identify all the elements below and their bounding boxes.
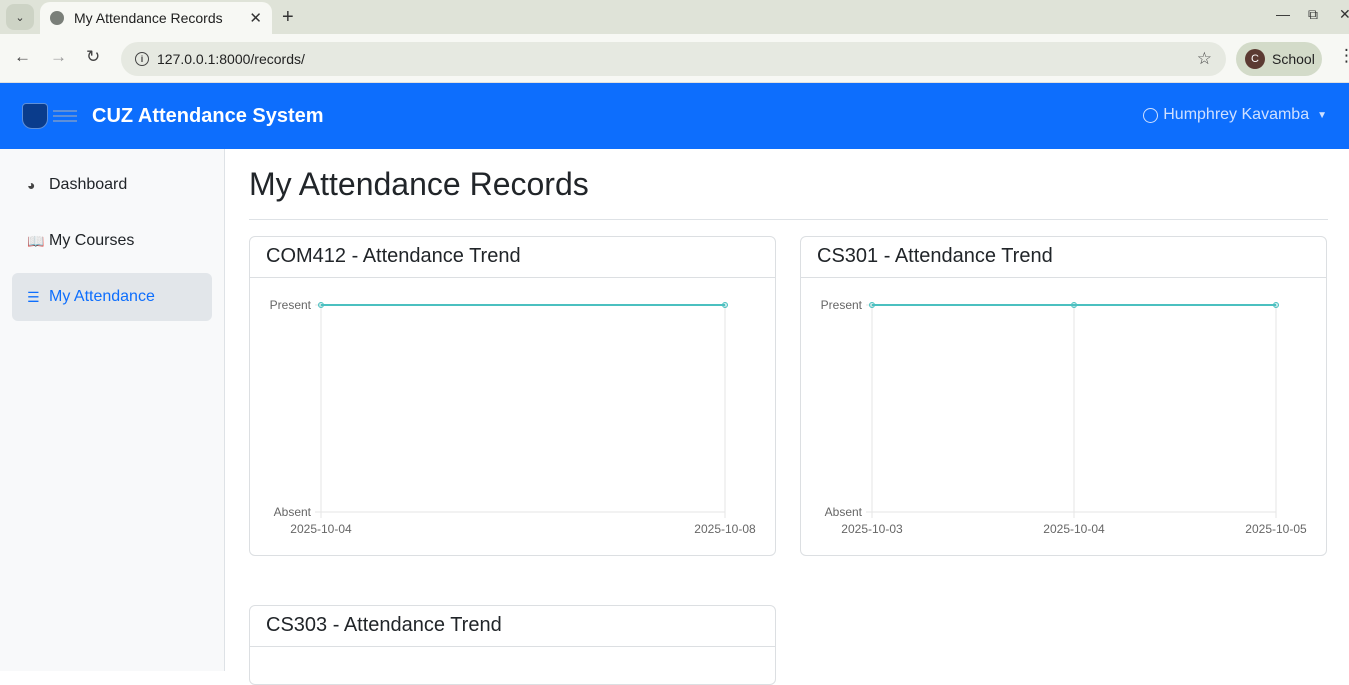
tab-search-button[interactable]: ⌄ (6, 4, 34, 30)
sidebar-item-my-courses[interactable]: 📖 My Courses (12, 217, 212, 265)
close-icon[interactable]: ✕ (249, 9, 262, 27)
y-tick-label: Present (270, 298, 312, 312)
more-menu-icon[interactable]: ⋮ (1338, 46, 1349, 66)
sidebar-item-my-attendance[interactable]: ☰ My Attendance (12, 273, 212, 321)
site-info-icon[interactable]: i (135, 52, 149, 66)
minimize-icon[interactable]: — (1276, 6, 1290, 22)
avatar: C (1245, 49, 1265, 69)
chart-card-cs303: CS303 - Attendance Trend (249, 605, 776, 685)
new-tab-button[interactable]: + (282, 6, 294, 29)
url-text[interactable]: 127.0.0.1:8000/records/ (157, 51, 1197, 67)
reload-icon[interactable]: ↻ (86, 47, 100, 67)
data-point (1071, 302, 1077, 308)
main-content: My Attendance Records (249, 149, 1328, 220)
x-tick-label: 2025-10-03 (841, 522, 903, 536)
address-bar[interactable]: i 127.0.0.1:8000/records/ ☆ (121, 42, 1226, 76)
user-circle-icon (1143, 107, 1159, 123)
x-tick-label: 2025-10-05 (1245, 522, 1307, 536)
tab-title: My Attendance Records (74, 10, 223, 26)
x-tick-label: 2025-10-04 (1043, 522, 1105, 536)
card-title: CS301 - Attendance Trend (801, 237, 1326, 278)
browser-tab[interactable]: My Attendance Records ✕ (40, 2, 272, 34)
profile-button[interactable]: C School (1236, 42, 1322, 76)
globe-icon (50, 11, 64, 25)
y-tick-label: Absent (825, 505, 863, 519)
x-tick-label: 2025-10-08 (694, 522, 756, 536)
brand-title[interactable]: CUZ Attendance System (92, 105, 324, 128)
sidebar-item-label: Dashboard (49, 176, 128, 193)
profile-name: School (1272, 51, 1315, 67)
sidebar: ◕ Dashboard 📖 My Courses ☰ My Attendance (0, 149, 225, 671)
bookmark-star-icon[interactable]: ☆ (1197, 49, 1212, 69)
browser-tab-strip: ⌄ My Attendance Records ✕ + — ⧉ ✕ (0, 0, 1349, 34)
user-dropdown[interactable]: Humphrey Kavamba ▼ (1143, 106, 1327, 124)
data-point (722, 302, 728, 308)
restore-icon[interactable]: ⧉ (1308, 6, 1318, 23)
forward-arrow-icon[interactable]: → (50, 47, 67, 67)
attendance-trend-chart: Absent Present 2025-10-03 2025-10-04 2025-10… (821, 298, 1307, 536)
y-tick-label: Present (821, 298, 863, 312)
data-point (318, 302, 324, 308)
chart-card-com412: COM412 - Attendance Trend Absent Present 2… (249, 236, 776, 556)
chevron-down-icon: ⌄ (15, 11, 25, 24)
attendance-trend-chart: Absent Present 2025-10-04 2025-10-08 (270, 298, 756, 536)
sidebar-item-dashboard[interactable]: ◕ Dashboard (12, 161, 212, 209)
app-navbar: CUZ Attendance System Humphrey Kavamba ▼ (0, 83, 1349, 149)
card-title: COM412 - Attendance Trend (250, 237, 775, 278)
back-arrow-icon[interactable]: ← (14, 47, 31, 67)
list-icon: ☰ (27, 288, 40, 305)
book-icon: 📖 (27, 232, 45, 249)
user-name: Humphrey Kavamba (1163, 106, 1310, 123)
sidebar-item-label: My Attendance (49, 288, 155, 305)
chart-card-cs301: CS301 - Attendance Trend Absent Present 20… (800, 236, 1327, 556)
data-point (869, 302, 875, 308)
data-point (1273, 302, 1279, 308)
speedometer-icon: ◕ (27, 177, 36, 193)
page-title: My Attendance Records (249, 166, 589, 202)
x-tick-label: 2025-10-04 (290, 522, 352, 536)
caret-down-icon: ▼ (1317, 109, 1327, 121)
university-logo[interactable] (22, 103, 78, 129)
divider (249, 219, 1328, 220)
browser-toolbar: ← → ↻ i 127.0.0.1:8000/records/ ☆ C Scho… (0, 34, 1349, 83)
y-tick-label: Absent (274, 505, 312, 519)
close-window-icon[interactable]: ✕ (1339, 6, 1349, 23)
card-title: CS303 - Attendance Trend (250, 606, 775, 647)
sidebar-item-label: My Courses (49, 232, 135, 249)
